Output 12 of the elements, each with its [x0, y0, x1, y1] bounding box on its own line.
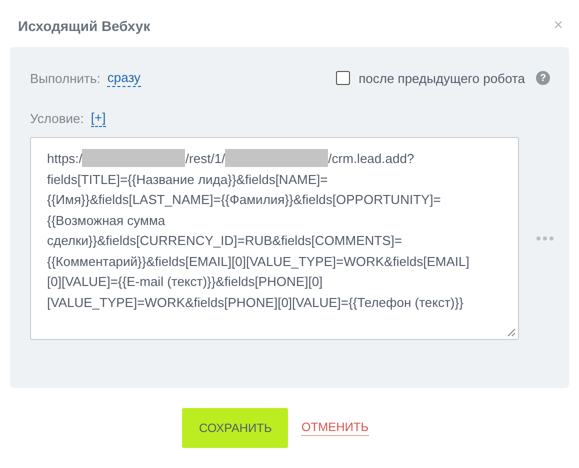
save-button[interactable]: СОХРАНИТЬ [182, 408, 288, 448]
help-icon[interactable]: ? [536, 71, 550, 85]
webhook-url-field[interactable]: https:/ /rest/1/ /crm.lead.add? fields[TITLE]={{Название лида}}&fields[NAME]= {{Имя}}&fields[LAST_NAME]={{Фамилия}}&fields[OPPORTUNITY]= {{Возможная сумма сделки}}&fields[CURRENCY_ID]=RUB&fields[COMMENTS]= {{Комментарий}}&fields[EMAIL][0][VALUE_TYPE]=WORK&fields[EMAIL] [0][VALUE]={{E-mail (текст)}}&fields[PHONE][0] [VALUE_TYPE]=WORK&fields[PHONE][0][VALUE]={{Телефон (текст)}} [30, 137, 519, 340]
resize-handle-icon[interactable] [507, 328, 516, 337]
checkbox[interactable] [336, 71, 350, 85]
checkbox-label[interactable]: после предыдущего робота [358, 70, 525, 86]
condition-label: Условие: [30, 110, 84, 126]
dialog-title: Исходящий Вебхук [18, 18, 150, 34]
cancel-link[interactable]: ОТМЕНИТЬ [301, 420, 369, 436]
run-label: Выполнить: [30, 70, 100, 86]
run-mode-link[interactable]: сразу [107, 70, 141, 86]
add-condition-link[interactable]: [+] [90, 110, 106, 126]
